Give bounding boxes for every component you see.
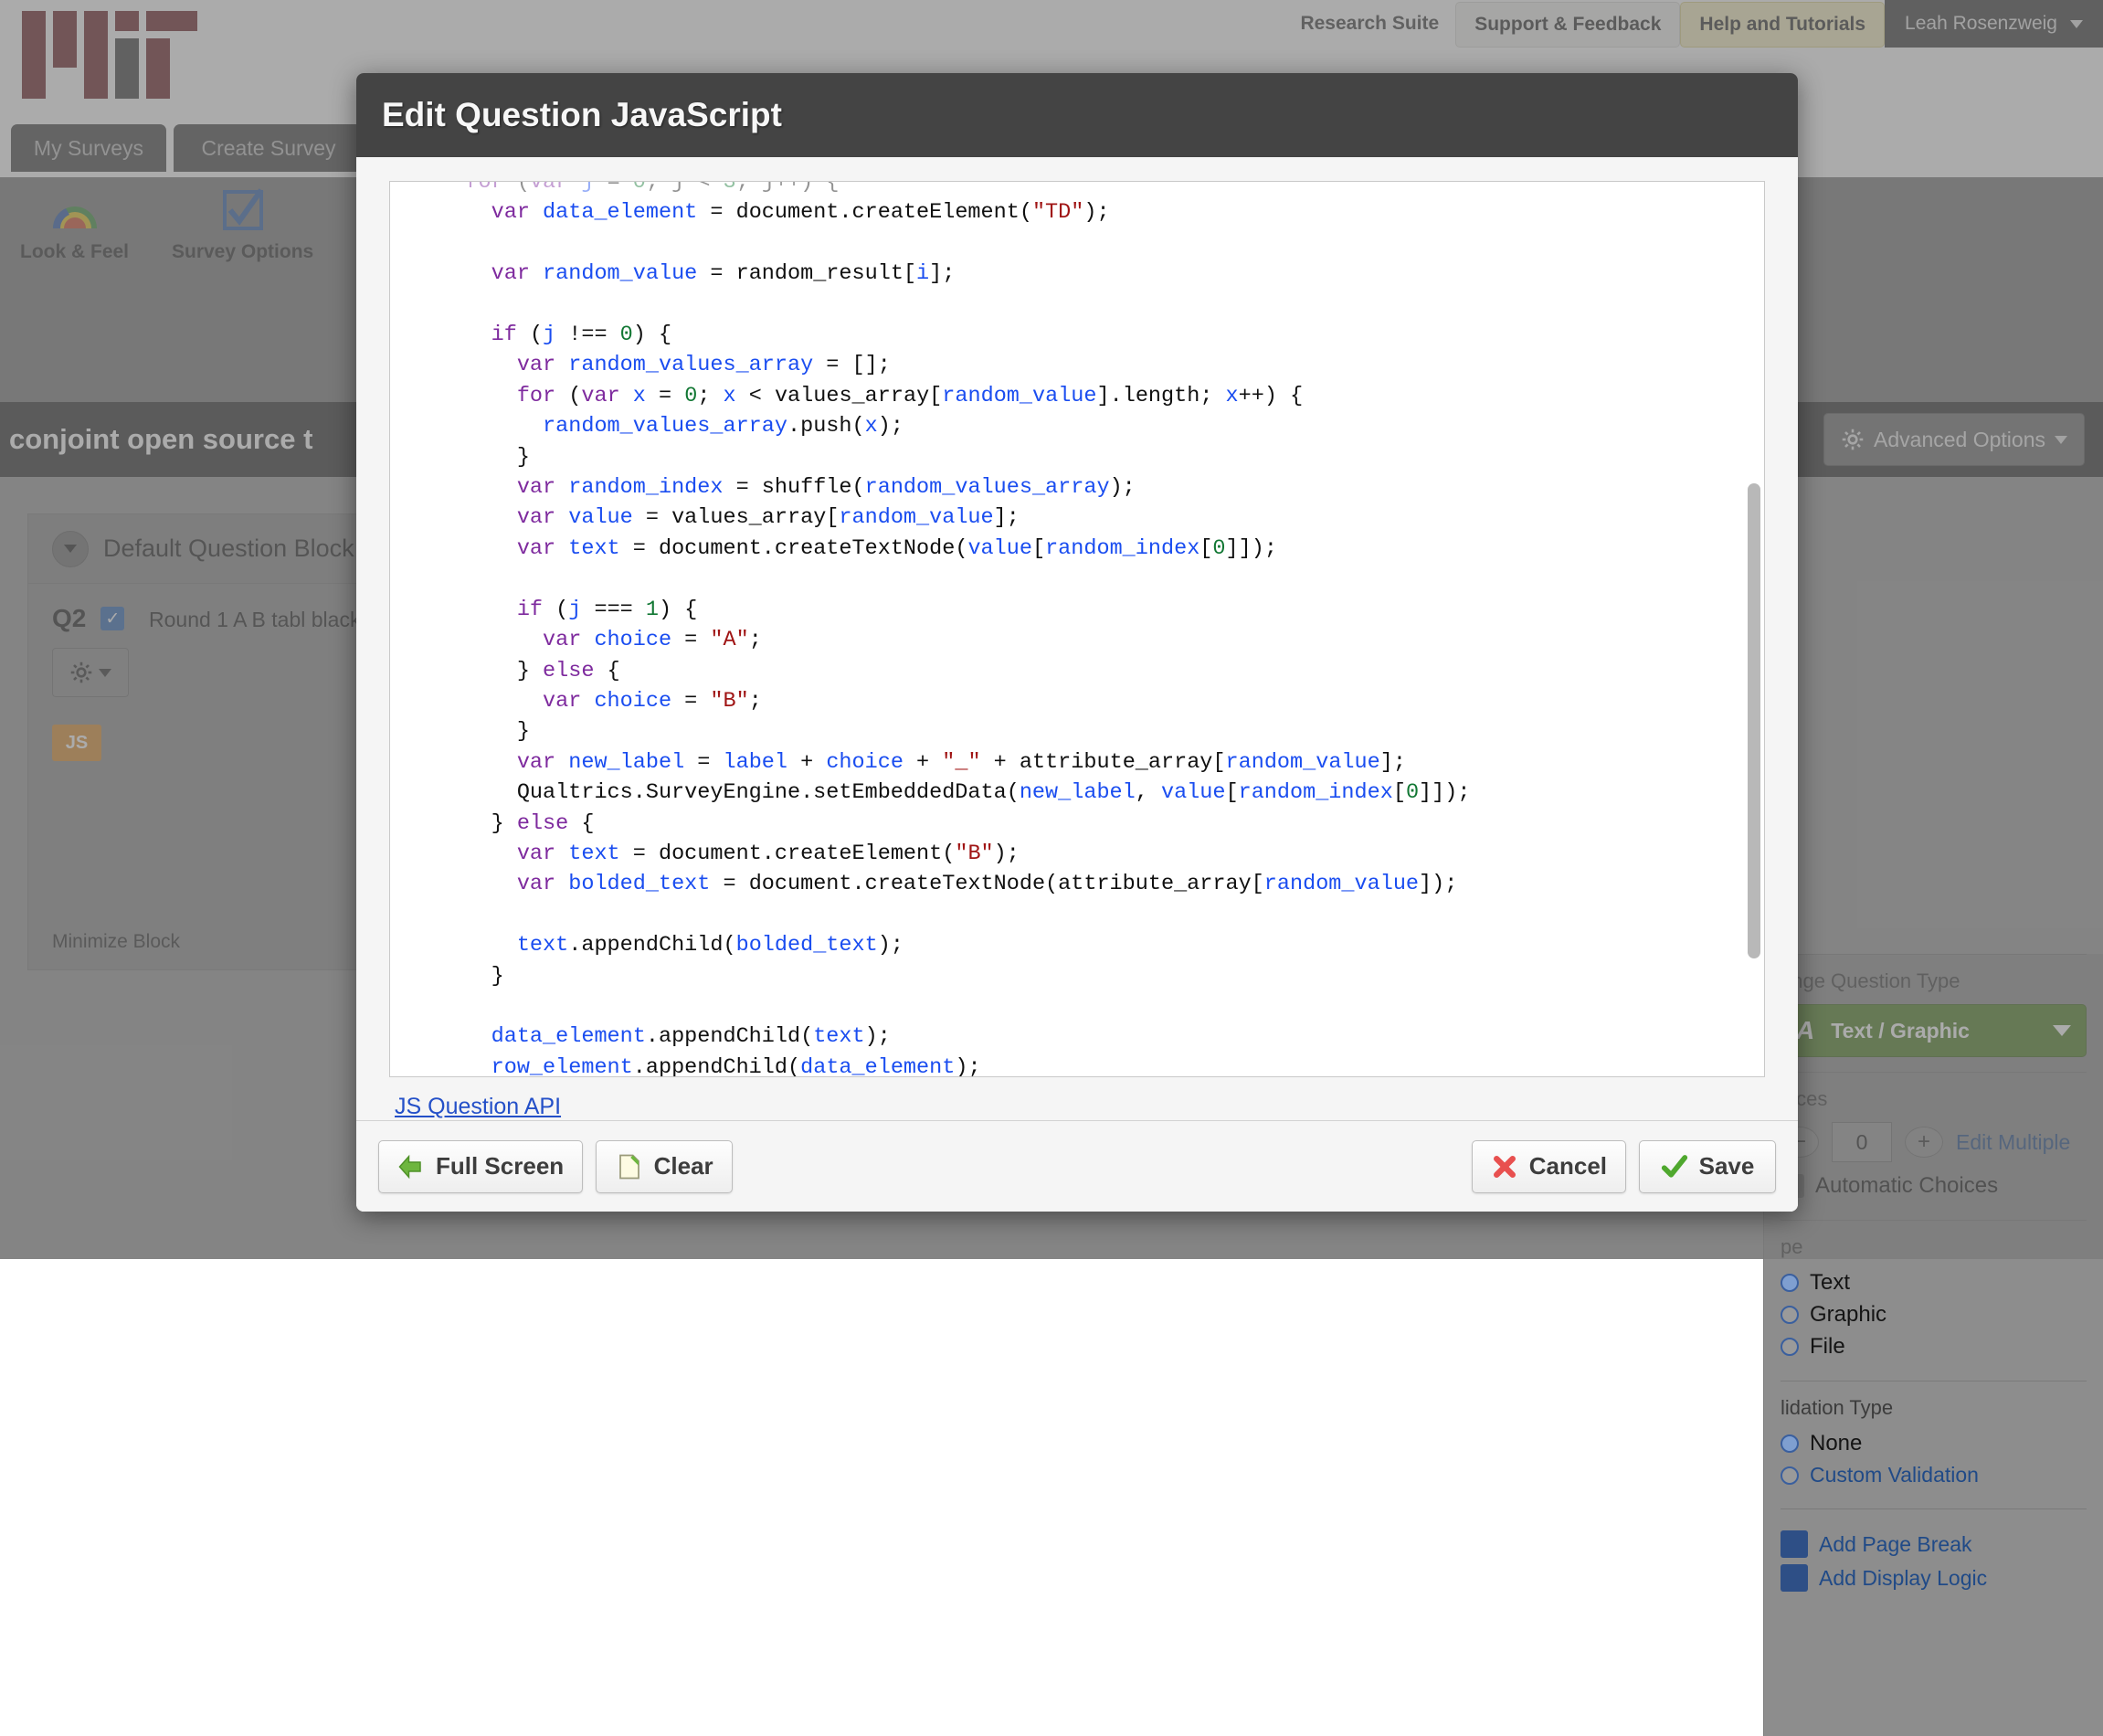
code-line: row_element.appendChild(data_element); <box>414 1053 1470 1077</box>
type-option-file[interactable]: File <box>1781 1334 2087 1360</box>
code-line: var bolded_text = document.createTextNod… <box>414 869 1470 899</box>
code-line: } <box>414 716 1470 746</box>
validation-section: lidation Type None Custom Validation <box>1781 1381 2087 1508</box>
code-line <box>414 290 1470 320</box>
radio-icon <box>1781 1434 1799 1453</box>
code-line: } else { <box>414 656 1470 686</box>
code-editor[interactable]: for (var j = 0; j < 3; j++) { var data_e… <box>389 181 1765 1077</box>
code-line: var random_index = shuffle(random_values… <box>414 472 1470 503</box>
add-display-logic-button[interactable]: Add Display Logic <box>1781 1564 2087 1592</box>
code-line: var text = document.createTextNode(value… <box>414 534 1470 564</box>
code-line: var random_value = random_result[i]; <box>414 259 1470 289</box>
footer-right-buttons: Cancel Save <box>1472 1140 1776 1193</box>
code-line: var random_values_array = []; <box>414 350 1470 380</box>
code-line: if (j !== 0) { <box>414 320 1470 350</box>
code-line: for (var x = 0; x < values_array[random_… <box>414 381 1470 411</box>
save-button[interactable]: Save <box>1639 1140 1776 1193</box>
radio-icon <box>1781 1338 1799 1356</box>
code-line <box>414 228 1470 259</box>
validation-option-custom[interactable]: Custom Validation <box>1781 1463 2087 1487</box>
radio-icon <box>1781 1466 1799 1485</box>
editor-scrollbar[interactable] <box>1748 483 1760 958</box>
code-line: var value = values_array[random_value]; <box>414 503 1470 533</box>
js-question-api-link[interactable]: JS Question API <box>389 1077 1765 1120</box>
code-line <box>414 564 1470 594</box>
radio-icon <box>1781 1274 1799 1292</box>
full-screen-button[interactable]: Full Screen <box>378 1140 583 1193</box>
type-option-graphic[interactable]: Graphic <box>1781 1302 2087 1328</box>
code-line: var text = document.createElement("B"); <box>414 839 1470 869</box>
add-page-break-button[interactable]: Add Page Break <box>1781 1530 2087 1558</box>
dialog-body: for (var j = 0; j < 3; j++) { var data_e… <box>356 157 1798 1120</box>
code-line: } <box>414 442 1470 472</box>
clear-page-icon <box>616 1153 643 1180</box>
footer-left-buttons: Full Screen Clear <box>378 1140 733 1193</box>
dialog-header: Edit Question JavaScript <box>356 73 1798 157</box>
code-line: var choice = "B"; <box>414 686 1470 716</box>
clear-button[interactable]: Clear <box>596 1140 733 1193</box>
code-line: data_element.appendChild(text); <box>414 1021 1470 1052</box>
code-line: var choice = "A"; <box>414 625 1470 655</box>
code-line: random_values_array.push(x); <box>414 411 1470 441</box>
display-logic-icon <box>1781 1564 1808 1592</box>
radio-icon <box>1781 1306 1799 1324</box>
edit-question-javascript-dialog: Edit Question JavaScript for (var j = 0;… <box>356 73 1798 1212</box>
code-content[interactable]: for (var j = 0; j < 3; j++) { var data_e… <box>390 181 1470 1077</box>
code-line: var new_label = label + choice + "_" + a… <box>414 747 1470 778</box>
checkmark-icon <box>1661 1153 1688 1180</box>
code-line: text.appendChild(bolded_text); <box>414 930 1470 960</box>
left-arrow-icon <box>397 1153 425 1180</box>
validation-type-label: lidation Type <box>1781 1396 2087 1420</box>
page-break-icon <box>1781 1530 1808 1558</box>
validation-option-none[interactable]: None <box>1781 1431 2087 1456</box>
question-actions-section: Add Page Break Add Display Logic <box>1781 1508 2087 1613</box>
dialog-footer: Full Screen Clear C <box>356 1120 1798 1212</box>
dialog-title: Edit Question JavaScript <box>382 96 782 134</box>
code-line <box>414 900 1470 930</box>
code-line <box>414 991 1470 1021</box>
code-line: } else { <box>414 809 1470 839</box>
code-line: var data_element = document.createElemen… <box>414 197 1470 228</box>
code-line: } <box>414 961 1470 991</box>
type-option-text[interactable]: Text <box>1781 1270 2087 1296</box>
code-line: for (var j = 0; j < 3; j++) { <box>414 181 1470 197</box>
code-line: if (j === 1) { <box>414 595 1470 625</box>
close-x-icon <box>1491 1153 1518 1180</box>
cancel-button[interactable]: Cancel <box>1472 1140 1626 1193</box>
code-line: Qualtrics.SurveyEngine.setEmbeddedData(n… <box>414 778 1470 808</box>
